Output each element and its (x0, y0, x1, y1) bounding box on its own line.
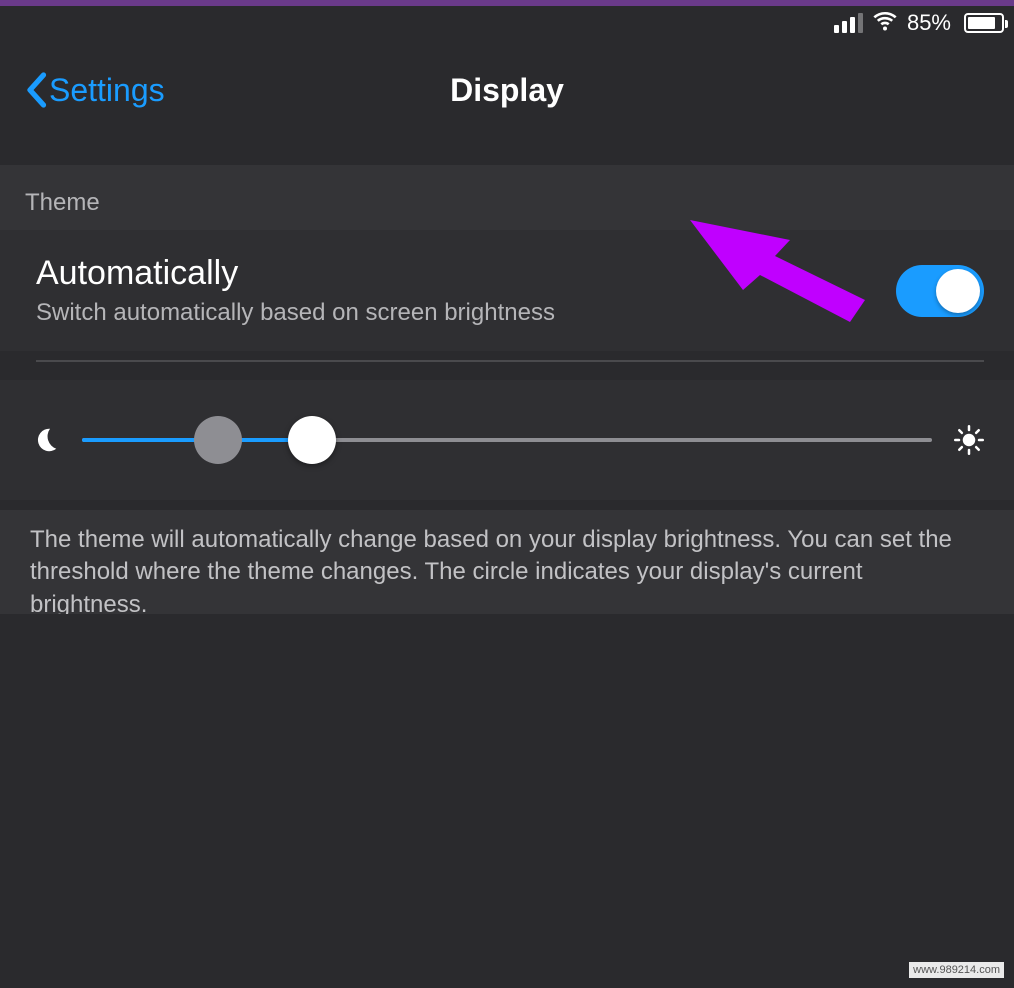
brightness-threshold-slider[interactable] (82, 410, 932, 470)
sun-icon (954, 425, 984, 455)
brightness-threshold-row (0, 380, 1014, 500)
status-bar: 85% (834, 6, 1004, 40)
cellular-signal-icon (834, 13, 863, 33)
automatic-title: Automatically (36, 254, 555, 293)
slider-thumb[interactable] (288, 416, 336, 464)
back-button-label: Settings (49, 72, 165, 109)
display-settings-screen: 85% Settings Display Theme Automatically… (0, 0, 1014, 988)
wifi-icon (873, 8, 897, 38)
battery-icon (961, 13, 1004, 33)
current-brightness-indicator (194, 416, 242, 464)
theme-section-header: Theme (0, 165, 1014, 233)
automatic-toggle[interactable] (896, 265, 984, 317)
automatic-subtitle: Switch automatically based on screen bri… (36, 299, 555, 327)
nav-header: Settings Display (0, 50, 1014, 130)
content-background (0, 614, 1014, 988)
row-divider (36, 360, 984, 362)
moon-icon (30, 425, 60, 455)
watermark: www.989214.com (909, 962, 1004, 978)
battery-percent-label: 85% (907, 10, 951, 36)
chevron-left-icon (25, 72, 47, 108)
automatic-theme-row: Automatically Switch automatically based… (0, 230, 1014, 351)
back-button[interactable]: Settings (25, 72, 165, 109)
toggle-knob (936, 269, 980, 313)
